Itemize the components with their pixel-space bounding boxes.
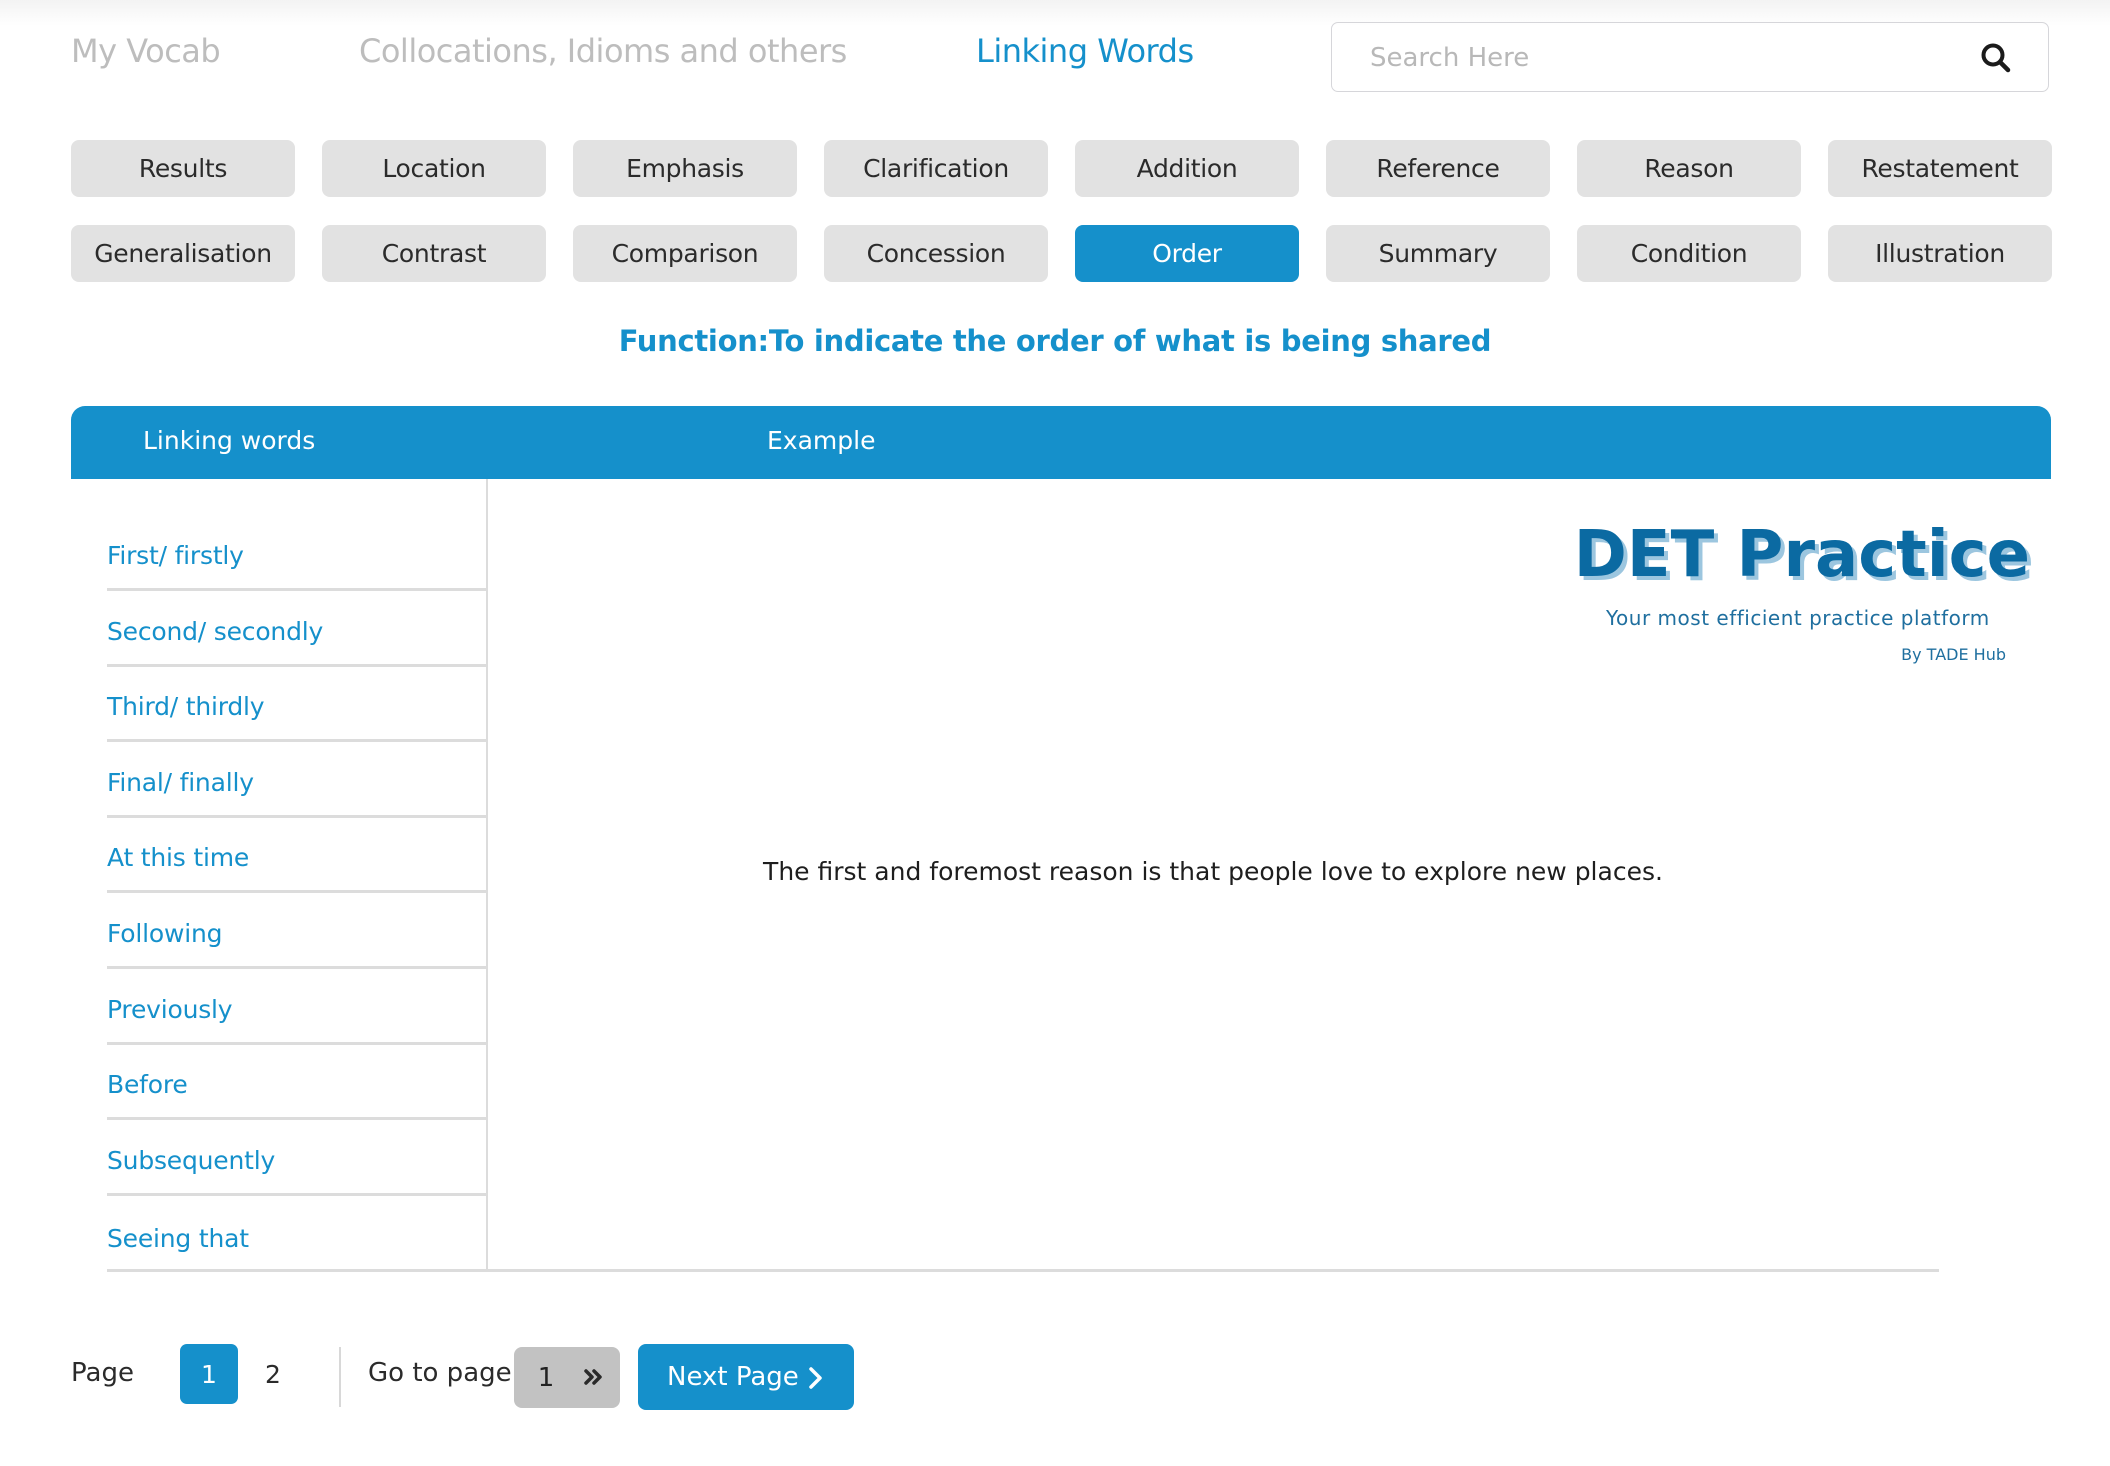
category-location[interactable]: Location bbox=[322, 140, 546, 197]
category-buttons: Results Location Emphasis Clarification … bbox=[71, 140, 2052, 282]
tab-linking-words[interactable]: Linking Words bbox=[976, 32, 1194, 70]
category-condition[interactable]: Condition bbox=[1577, 225, 1801, 282]
goto-page-label: Go to page bbox=[368, 1358, 512, 1388]
category-order[interactable]: Order bbox=[1075, 225, 1299, 282]
logo-tagline: Your most efficient practice platform bbox=[1606, 606, 1990, 630]
list-item[interactable]: Final/ finally bbox=[107, 742, 487, 818]
example-sentence: The first and foremost reason is that pe… bbox=[763, 857, 1663, 886]
category-emphasis[interactable]: Emphasis bbox=[573, 140, 797, 197]
search-icon[interactable] bbox=[1980, 42, 2012, 74]
page-button-2[interactable]: 2 bbox=[244, 1344, 302, 1404]
list-item[interactable]: First/ firstly bbox=[107, 479, 487, 591]
category-reference[interactable]: Reference bbox=[1326, 140, 1550, 197]
chevron-right-icon bbox=[809, 1367, 822, 1389]
linking-word: Previously bbox=[107, 994, 233, 1024]
linking-word: Following bbox=[107, 918, 223, 948]
list-item[interactable]: Seeing that bbox=[107, 1196, 487, 1272]
page-button-1[interactable]: 1 bbox=[180, 1344, 238, 1404]
table-bottom-border bbox=[107, 1269, 1939, 1272]
list-item[interactable]: Second/ secondly bbox=[107, 591, 487, 667]
list-item[interactable]: Previously bbox=[107, 969, 487, 1045]
category-addition[interactable]: Addition bbox=[1075, 140, 1299, 197]
table-header: Linking words Example bbox=[71, 406, 2051, 479]
linking-word: Final/ finally bbox=[107, 767, 254, 797]
category-reason[interactable]: Reason bbox=[1577, 140, 1801, 197]
column-header-linking-words: Linking words bbox=[143, 426, 316, 455]
category-illustration[interactable]: Illustration bbox=[1828, 225, 2052, 282]
linking-word: Seeing that bbox=[107, 1224, 249, 1254]
list-item[interactable]: Following bbox=[107, 893, 487, 969]
page-label: Page bbox=[71, 1358, 134, 1388]
category-concession[interactable]: Concession bbox=[824, 225, 1048, 282]
linking-words-list: First/ firstly Second/ secondly Third/ t… bbox=[107, 479, 487, 1271]
double-chevron-right-icon[interactable] bbox=[580, 1363, 608, 1391]
tab-my-vocab[interactable]: My Vocab bbox=[71, 32, 221, 70]
linking-word: Third/ thirdly bbox=[107, 692, 265, 722]
category-restatement[interactable]: Restatement bbox=[1828, 140, 2052, 197]
linking-word: Before bbox=[107, 1070, 188, 1100]
search-box bbox=[1331, 22, 2049, 92]
list-item[interactable]: Third/ thirdly bbox=[107, 667, 487, 743]
category-results[interactable]: Results bbox=[71, 140, 295, 197]
category-contrast[interactable]: Contrast bbox=[322, 225, 546, 282]
goto-page-box bbox=[514, 1347, 620, 1408]
linking-word: At this time bbox=[107, 843, 250, 873]
category-summary[interactable]: Summary bbox=[1326, 225, 1550, 282]
tab-collocations[interactable]: Collocations, Idioms and others bbox=[359, 32, 847, 70]
search-input[interactable] bbox=[1368, 37, 1932, 79]
linking-word: Subsequently bbox=[107, 1145, 276, 1175]
list-item[interactable]: Before bbox=[107, 1045, 487, 1121]
category-comparison[interactable]: Comparison bbox=[573, 225, 797, 282]
column-header-example: Example bbox=[767, 426, 876, 455]
category-clarification[interactable]: Clarification bbox=[824, 140, 1048, 197]
next-page-label: Next Page bbox=[667, 1362, 799, 1392]
category-generalisation[interactable]: Generalisation bbox=[71, 225, 295, 282]
list-item[interactable]: At this time bbox=[107, 818, 487, 894]
linking-word: Second/ secondly bbox=[107, 616, 324, 646]
list-item[interactable]: Subsequently bbox=[107, 1120, 487, 1196]
det-practice-logo: DET Practice Your most efficient practic… bbox=[1560, 518, 2040, 678]
pagination-divider bbox=[339, 1347, 341, 1407]
function-description: Function:To indicate the order of what i… bbox=[618, 324, 1492, 358]
logo-title: DET Practice bbox=[1573, 518, 2030, 592]
next-page-button[interactable]: Next Page bbox=[638, 1344, 854, 1410]
logo-byline: By TADE Hub bbox=[1901, 645, 2006, 664]
goto-page-input[interactable] bbox=[524, 1359, 568, 1397]
linking-word: First/ firstly bbox=[107, 541, 244, 570]
